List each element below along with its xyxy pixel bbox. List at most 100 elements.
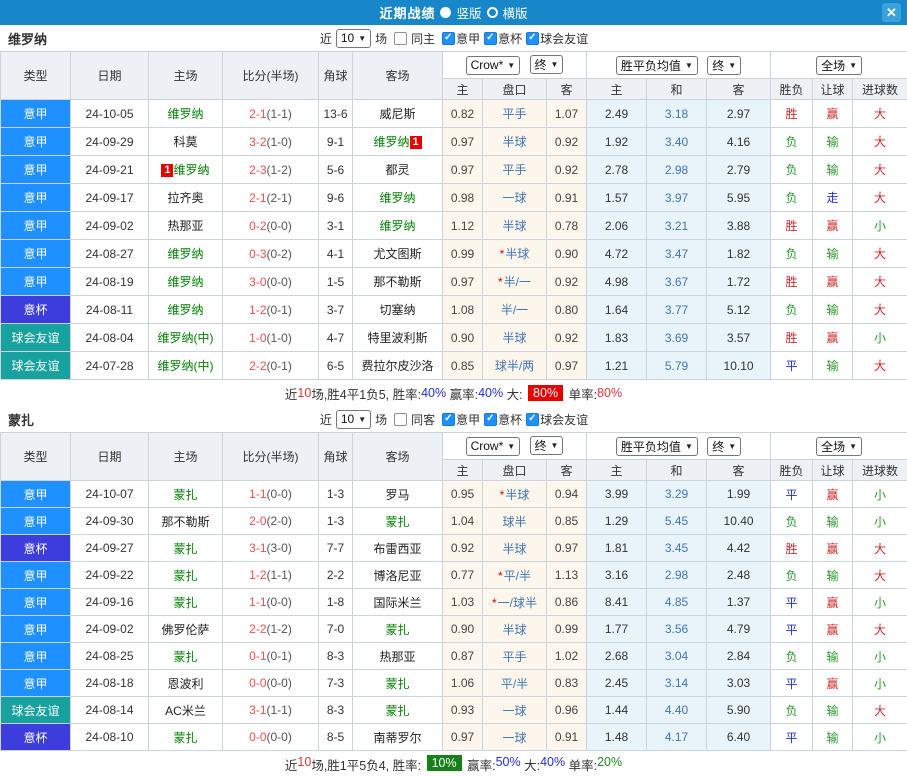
line-label: 半/一 — [501, 303, 528, 317]
handicap-result-cell: 输 — [813, 296, 853, 324]
header-row-top: 类型 日期 主场 比分(半场) 角球 客场 Crow*▼ 终▼ 胜平负均值▼ 终… — [1, 433, 907, 460]
handicap-stage-select[interactable]: 终▼ — [530, 436, 564, 455]
score-cell: 2-1(1-1) — [223, 100, 319, 128]
avg-draw-odds: 3.04 — [647, 643, 707, 670]
match-row: 意甲24-10-07蒙扎1-1(0-0)1-3罗马0.95*半球0.943.99… — [1, 481, 907, 508]
handicap-line: *半球 — [483, 481, 547, 508]
avg-away-odds: 1.82 — [707, 240, 771, 268]
league-filter-checkbox[interactable] — [442, 413, 455, 426]
team-label: 蒙扎 — [385, 515, 409, 529]
team-label: 蒙扎 — [385, 677, 409, 691]
score-cell: 3-1(3-0) — [223, 535, 319, 562]
avg-stage-select[interactable]: 终▼ — [707, 437, 741, 456]
bookmaker-select[interactable]: Crow*▼ — [466, 56, 521, 75]
competition-badge: 球会友谊 — [1, 352, 71, 380]
avg-away-odds: 2.97 — [707, 100, 771, 128]
col-header-avg-away: 客 — [707, 79, 771, 100]
team-label: 特里波利斯 — [367, 331, 427, 345]
scope-select[interactable]: 全场▼ — [816, 56, 862, 75]
line-label: 平/半 — [504, 569, 531, 583]
match-row: 意甲24-10-05维罗纳2-1(1-1)13-6威尼斯0.82平手1.072.… — [1, 100, 907, 128]
result-cell: 负 — [771, 697, 813, 724]
col-header-result: 胜负 — [771, 460, 813, 481]
same-venue-checkbox[interactable] — [394, 413, 407, 426]
league-filter-checkbox[interactable] — [442, 32, 455, 45]
avg-away-odds: 1.72 — [707, 268, 771, 296]
avg-stage-select[interactable]: 终▼ — [707, 56, 741, 75]
col-header-odds-home: 主 — [443, 79, 483, 100]
league-filter-checkbox[interactable] — [526, 413, 539, 426]
vertical-layout-radio[interactable] — [440, 7, 451, 18]
avg-away-odds: 5.90 — [707, 697, 771, 724]
home-odds: 1.06 — [443, 670, 483, 697]
match-count-select[interactable]: 10▼ — [336, 29, 371, 48]
league-filter-checkbox[interactable] — [526, 32, 539, 45]
match-count-value: 10 — [341, 412, 354, 426]
goals-result-cell: 小 — [853, 643, 907, 670]
away-odds: 1.07 — [547, 100, 587, 128]
score-cell: 0-2(0-0) — [223, 212, 319, 240]
col-header-home: 主场 — [149, 52, 223, 100]
home-odds: 0.97 — [443, 724, 483, 751]
match-count-select[interactable]: 10▼ — [336, 410, 371, 429]
avg-odds-select[interactable]: 胜平负均值▼ — [616, 437, 698, 456]
handicap-line: 半球 — [483, 616, 547, 643]
line-label: 半/一 — [504, 275, 531, 289]
competition-badge: 意甲 — [1, 643, 71, 670]
corners-cell: 4-1 — [319, 240, 353, 268]
bookmaker-select[interactable]: Crow*▼ — [466, 437, 521, 456]
score-cell: 2-0(2-0) — [223, 508, 319, 535]
scope-select[interactable]: 全场▼ — [816, 437, 862, 456]
col-header-type: 类型 — [1, 433, 71, 481]
competition-badge: 意甲 — [1, 156, 71, 184]
dialog-title: 近期战绩 — [379, 3, 435, 22]
team-label: 维罗纳 — [379, 219, 415, 233]
line-label: 半球 — [502, 623, 526, 637]
goals-result-cell: 大 — [853, 296, 907, 324]
away-team-cell: 国际米兰 — [353, 589, 443, 616]
avg-away-odds: 4.16 — [707, 128, 771, 156]
avg-odds-select[interactable]: 胜平负均值▼ — [616, 56, 698, 75]
horizontal-layout-radio[interactable] — [487, 7, 498, 18]
league-filter-checkbox[interactable] — [484, 413, 497, 426]
summary-segment: 场,胜1平5负4, 胜率: — [311, 755, 424, 774]
close-icon[interactable]: ✕ — [882, 3, 901, 22]
summary-line: 近10场,胜4平1负5, 胜率:40% 赢率:40% 大: 80% 单率:80% — [0, 380, 907, 406]
result-cell: 平 — [771, 616, 813, 643]
col-header-avg-draw: 和 — [647, 460, 707, 481]
competition-badge: 意甲 — [1, 128, 71, 156]
away-odds: 0.94 — [547, 481, 587, 508]
match-row: 球会友谊24-08-14AC米兰3-1(1-1)8-3蒙扎0.93一球0.961… — [1, 697, 907, 724]
away-odds: 0.91 — [547, 724, 587, 751]
goals-result-cell: 大 — [853, 240, 907, 268]
fulltime-score: 0-0 — [249, 730, 266, 744]
league-filter-label: 球会友谊 — [540, 411, 588, 428]
corners-cell: 7-7 — [319, 535, 353, 562]
league-filter-checkbox[interactable] — [484, 32, 497, 45]
away-team-cell: 蒙扎 — [353, 616, 443, 643]
home-odds: 0.82 — [443, 100, 483, 128]
avg-away-odds: 10.10 — [707, 352, 771, 380]
score-cell: 0-0(0-0) — [223, 670, 319, 697]
chevron-down-icon: ▼ — [685, 442, 693, 451]
handicap-stage-select[interactable]: 终▼ — [530, 55, 564, 74]
match-date: 24-08-25 — [71, 643, 149, 670]
home-team-cell: 维罗纳 — [149, 240, 223, 268]
goals-result-cell: 大 — [853, 100, 907, 128]
team-label: 维罗纳 — [167, 247, 203, 261]
handicap-result-cell: 赢 — [813, 589, 853, 616]
corners-cell: 8-3 — [319, 643, 353, 670]
avg-away-odds: 5.12 — [707, 296, 771, 324]
match-row: 意甲24-08-27维罗纳0-3(0-2)4-1尤文图斯0.99*半球0.904… — [1, 240, 907, 268]
fulltime-score: 1-1 — [249, 595, 266, 609]
same-venue-checkbox[interactable] — [394, 32, 407, 45]
col-header-line: 盘口 — [483, 460, 547, 481]
goals-result-cell: 大 — [853, 128, 907, 156]
away-team-cell: 尤文图斯 — [353, 240, 443, 268]
home-odds: 1.08 — [443, 296, 483, 324]
handicap-result-cell: 赢 — [813, 268, 853, 296]
goals-result-cell: 小 — [853, 212, 907, 240]
avg-draw-odds: 3.21 — [647, 212, 707, 240]
corners-cell: 1-8 — [319, 589, 353, 616]
goals-result-cell: 小 — [853, 508, 907, 535]
